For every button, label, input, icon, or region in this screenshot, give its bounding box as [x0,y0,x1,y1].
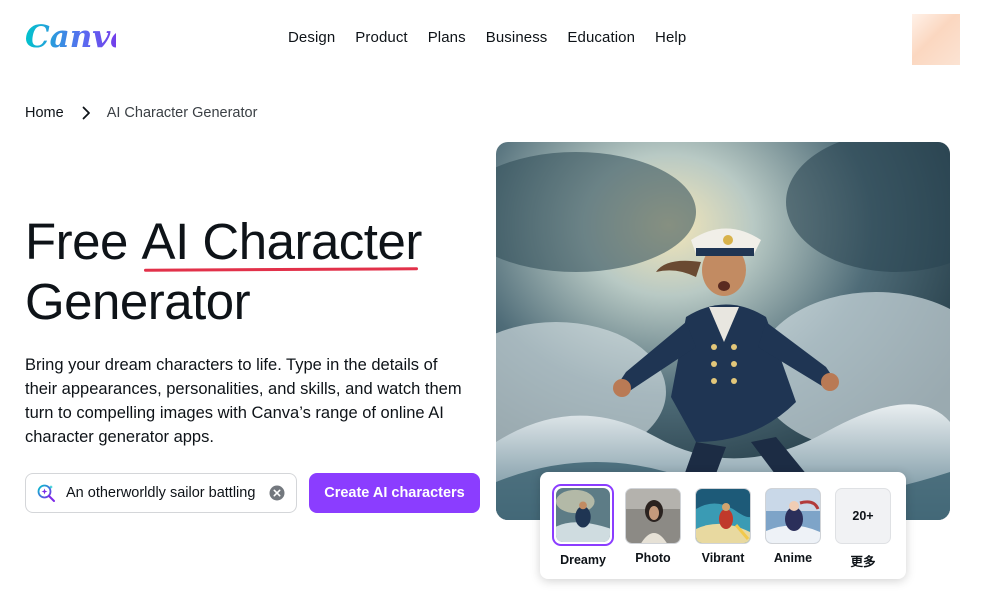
create-ai-characters-button[interactable]: Create AI characters [309,473,480,513]
breadcrumb-current: AI Character Generator [106,105,258,121]
style-more[interactable]: 20+ 更多 [831,484,895,570]
sailor-illustration [496,142,950,520]
style-thumb-frame [552,484,614,546]
page-title: Free AI Character Generator [25,212,485,332]
avatar[interactable] [912,14,960,65]
nav-product[interactable]: Product [355,29,407,46]
nav-business[interactable]: Business [486,29,548,46]
style-thumb-dreamy [556,488,610,542]
style-vibrant[interactable]: Vibrant [691,484,755,565]
clear-icon[interactable] [269,485,285,501]
hero-image [496,142,950,520]
style-thumb-vibrant [695,488,751,544]
style-thumb-photo [625,488,681,544]
logo-text: Canva [25,19,116,55]
style-picker: Dreamy Photo Vibrant Anime 20+ 更多 [540,472,906,579]
nav-education[interactable]: Education [567,29,635,46]
style-label-dreamy: Dreamy [560,553,606,567]
style-label-photo: Photo [635,551,671,565]
style-label-anime: Anime [773,551,813,565]
style-thumb-anime [765,488,821,544]
nav-plans[interactable]: Plans [428,29,466,46]
chevron-right-icon [82,106,90,120]
more-styles-count: 20+ [835,488,891,544]
canva-logo[interactable]: Canva [24,16,116,56]
style-dreamy[interactable]: Dreamy [551,484,615,567]
title-suffix: Generator [25,273,251,330]
style-anime[interactable]: Anime [761,484,825,565]
breadcrumb: Home AI Character Generator [25,105,257,121]
title-highlight: AI Character [141,213,423,270]
canva-logo-mark: Canva [25,19,116,55]
style-photo[interactable]: Photo [621,484,685,565]
style-label-more: 更多 [850,555,876,569]
nav-design[interactable]: Design [288,29,335,46]
style-label-vibrant: Vibrant [701,551,745,565]
prompt-input-box[interactable] [25,473,297,513]
nav-help[interactable]: Help [655,29,686,46]
main-nav: Design Product Plans Business Education … [288,29,686,46]
breadcrumb-home[interactable]: Home [25,105,64,121]
title-prefix: Free [25,213,142,270]
prompt-input[interactable] [66,485,259,501]
magic-search-icon [37,484,55,502]
hero-description: Bring your dream characters to life. Typ… [25,356,462,446]
